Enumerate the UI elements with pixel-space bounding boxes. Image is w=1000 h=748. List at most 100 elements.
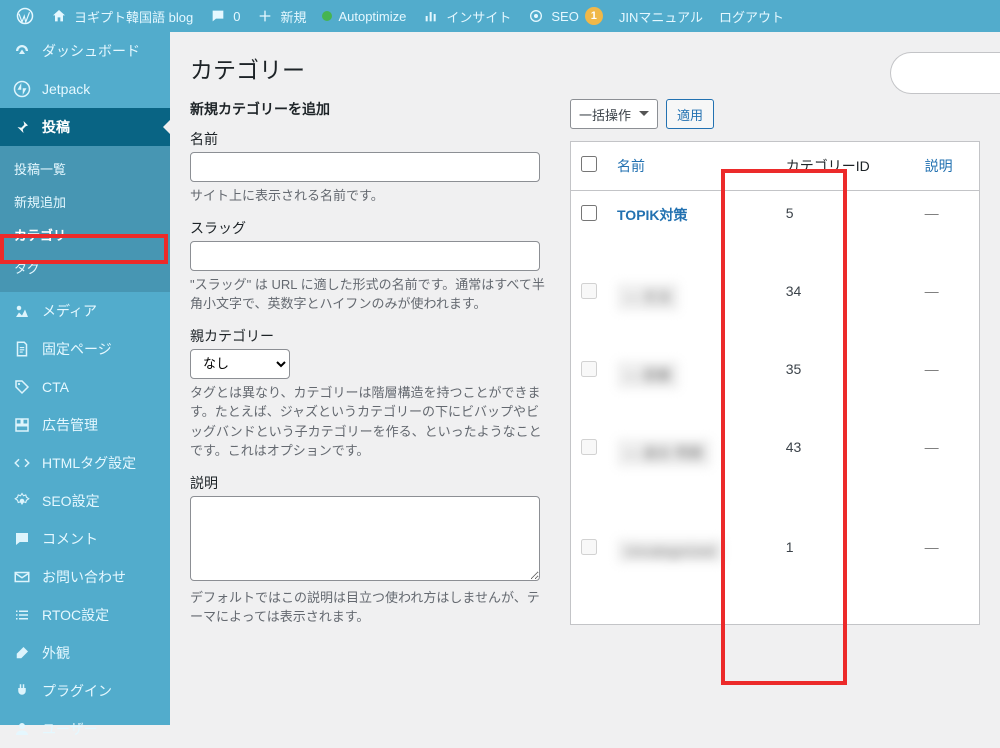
- menu-seo[interactable]: SEO設定: [0, 482, 170, 520]
- menu-posts[interactable]: 投稿: [0, 108, 170, 146]
- row-name: Uncategorized: [617, 539, 723, 563]
- menu-rtoc[interactable]: RTOC設定: [0, 596, 170, 634]
- seo-icon: [527, 7, 545, 25]
- menu-media[interactable]: メディア: [0, 292, 170, 330]
- code-icon: [12, 453, 32, 473]
- list-icon: [12, 605, 32, 625]
- insights-link[interactable]: インサイト: [414, 0, 519, 32]
- menu-ads[interactable]: 広告管理: [0, 406, 170, 444]
- bulk-select[interactable]: 一括操作: [570, 99, 658, 129]
- menu-label: プラグイン: [42, 681, 112, 701]
- menu-label: 外観: [42, 643, 70, 663]
- menu-appearance[interactable]: 外観: [0, 634, 170, 672]
- row-name: — 過去 問題: [617, 439, 711, 467]
- row-desc: —: [915, 525, 980, 625]
- menu-comments[interactable]: コメント: [0, 520, 170, 558]
- bar-chart-icon: [422, 7, 440, 25]
- parent-select[interactable]: なし: [190, 349, 290, 379]
- row-id: 43: [776, 425, 915, 525]
- row-name-link[interactable]: TOPIK対策: [617, 207, 688, 223]
- new-label: 新規: [280, 7, 306, 26]
- submenu-posts: 投稿一覧 新規追加 カテゴリー タグ: [0, 146, 170, 292]
- desc-hint: デフォルトではこの説明は目立つ使われ方はしませんが、テーマによっては表示されます…: [190, 588, 550, 627]
- menu-label: メディア: [42, 301, 97, 321]
- desc-label: 説明: [190, 473, 550, 493]
- mail-icon: [12, 567, 32, 587]
- row-checkbox[interactable]: [581, 283, 597, 299]
- apply-button[interactable]: 適用: [666, 99, 714, 129]
- table-row: — 文法34—: [571, 269, 980, 347]
- row-id: 35: [776, 347, 915, 425]
- row-id: 5: [776, 191, 915, 269]
- row-name: — 文法: [617, 283, 679, 311]
- category-table: 名前 カテゴリーID 説明 TOPIK対策5—— 文法34—— 語彙35—— 過…: [570, 141, 980, 625]
- comments-link[interactable]: 0: [201, 0, 248, 32]
- row-desc: —: [915, 347, 980, 425]
- name-hint: サイト上に表示される名前です。: [190, 186, 550, 206]
- pin-icon: [12, 117, 32, 137]
- slug-hint: "スラッグ" は URL に適した形式の名前です。通常はすべて半角小文字で、英数…: [190, 275, 550, 314]
- name-label: 名前: [190, 129, 550, 149]
- comment-icon: [209, 7, 227, 25]
- parent-label: 親カテゴリー: [190, 326, 550, 346]
- logout-label: ログアウト: [719, 7, 784, 26]
- slug-label: スラッグ: [190, 218, 550, 238]
- sub-categories[interactable]: カテゴリー: [0, 218, 170, 251]
- row-checkbox[interactable]: [581, 539, 597, 555]
- form-heading: 新規カテゴリーを追加: [190, 99, 550, 119]
- row-name: — 語彙: [617, 361, 679, 389]
- menu-label: 投稿: [42, 117, 70, 137]
- page-icon: [12, 339, 32, 359]
- new-content[interactable]: 新規: [248, 0, 314, 32]
- layout-icon: [12, 415, 32, 435]
- select-all-checkbox[interactable]: [581, 156, 597, 172]
- menu-label: 広告管理: [42, 415, 98, 435]
- wordpress-icon: [16, 7, 34, 25]
- plug-icon: [12, 681, 32, 701]
- menu-label: RTOC設定: [42, 605, 109, 625]
- menu-label: ダッシュボード: [42, 41, 140, 61]
- seo-link[interactable]: SEO 1: [519, 0, 610, 32]
- gauge-icon: [12, 41, 32, 61]
- row-checkbox[interactable]: [581, 205, 597, 221]
- sub-all-posts[interactable]: 投稿一覧: [0, 152, 170, 185]
- bulk-select-label: 一括操作: [579, 105, 631, 124]
- row-id: 34: [776, 269, 915, 347]
- seo-label: SEO: [551, 9, 578, 24]
- row-checkbox[interactable]: [581, 361, 597, 377]
- menu-label: HTMLタグ設定: [42, 453, 136, 473]
- comment-count: 0: [233, 9, 240, 24]
- logout-link[interactable]: ログアウト: [711, 0, 792, 32]
- site-link[interactable]: ヨギプト韓国語 blog: [42, 0, 201, 32]
- col-name[interactable]: 名前: [607, 142, 776, 191]
- autoptimize-link[interactable]: Autoptimize: [314, 0, 414, 32]
- jin-manual-link[interactable]: JINマニュアル: [611, 0, 711, 32]
- name-input[interactable]: [190, 152, 540, 182]
- table-row: — 語彙 35—: [571, 347, 980, 425]
- row-checkbox[interactable]: [581, 439, 597, 455]
- row-id: 1: [776, 525, 915, 625]
- desc-textarea[interactable]: [190, 496, 540, 581]
- menu-jetpack[interactable]: Jetpack: [0, 70, 170, 108]
- menu-html[interactable]: HTMLタグ設定: [0, 444, 170, 482]
- menu-pages[interactable]: 固定ページ: [0, 330, 170, 368]
- sub-new-post[interactable]: 新規追加: [0, 185, 170, 218]
- gear-icon: [12, 491, 32, 511]
- table-row: TOPIK対策5—: [571, 191, 980, 269]
- table-row: Uncategorized 1—: [571, 525, 980, 625]
- wp-logo[interactable]: [8, 0, 42, 32]
- menu-label: ユーザー: [42, 719, 98, 739]
- menu-contact[interactable]: お問い合わせ: [0, 558, 170, 596]
- menu-cta[interactable]: CTA: [0, 368, 170, 406]
- jetpack-icon: [12, 79, 32, 99]
- slug-input[interactable]: [190, 241, 540, 271]
- col-catid: カテゴリーID: [776, 142, 915, 191]
- menu-label: 固定ページ: [42, 339, 112, 359]
- sub-tags[interactable]: タグ: [0, 251, 170, 284]
- menu-plugins[interactable]: プラグイン: [0, 672, 170, 710]
- content-area: カテゴリー 新規カテゴリーを追加 名前 サイト上に表示される名前です。 スラッグ…: [170, 32, 1000, 725]
- menu-dashboard[interactable]: ダッシュボード: [0, 32, 170, 70]
- seo-badge: 1: [585, 7, 603, 25]
- menu-users[interactable]: ユーザー: [0, 710, 170, 748]
- col-desc[interactable]: 説明: [915, 142, 980, 191]
